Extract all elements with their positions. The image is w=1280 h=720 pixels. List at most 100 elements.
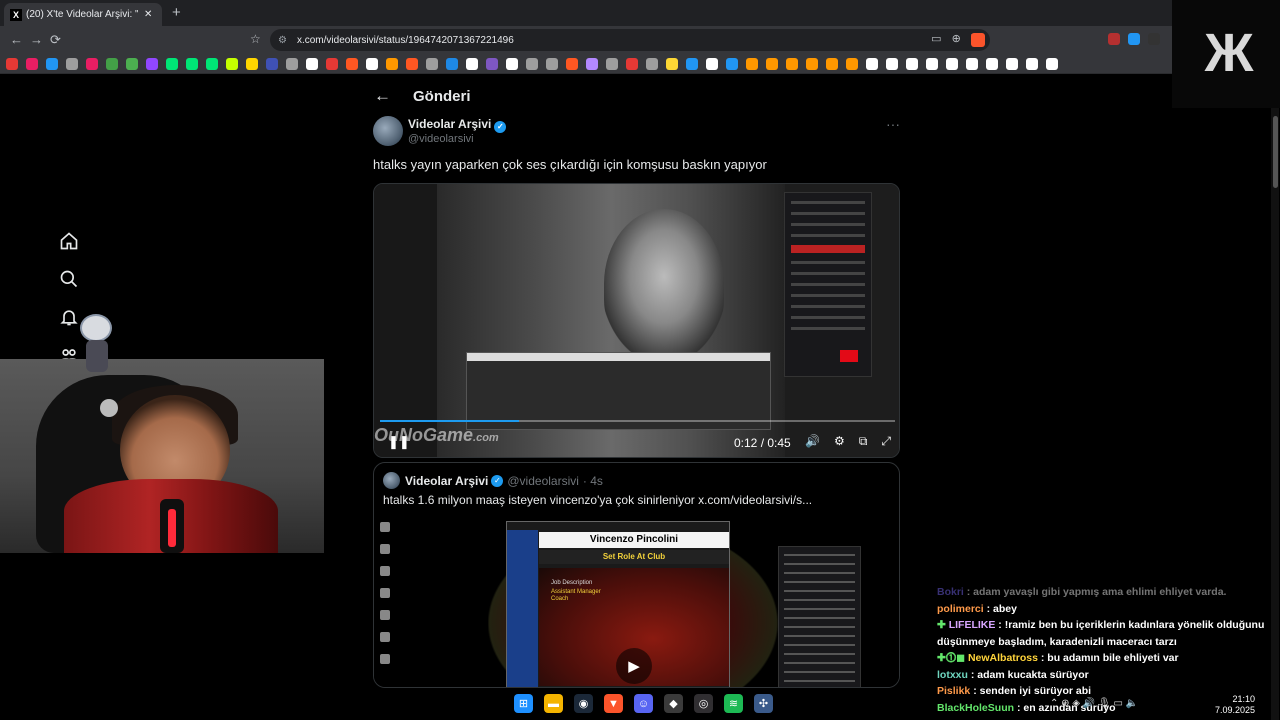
bookmark-favicon-icon[interactable]	[106, 57, 118, 70]
bookmark-favicon-icon[interactable]	[986, 57, 998, 70]
bookmark-favicon-icon[interactable]	[806, 57, 818, 70]
scrollbar-thumb[interactable]	[1273, 116, 1278, 188]
windows-start-icon[interactable]: ⊞	[514, 694, 533, 713]
quoted-video[interactable]: Vincenzo Pincolini Set Role At Club Job …	[374, 518, 899, 687]
bookmark-favicon-icon[interactable]	[726, 57, 738, 70]
bookmark-favicon-icon[interactable]	[886, 57, 898, 70]
address-bar[interactable]: ⚙ x.com/videolarsivi/status/196474207136…	[270, 29, 990, 51]
extension-icon[interactable]	[1108, 33, 1120, 45]
bookmark-favicon-icon[interactable]	[226, 57, 238, 70]
bookmark-favicon-icon[interactable]	[426, 57, 438, 70]
steam-icon[interactable]: ◉	[574, 694, 593, 713]
bookmark-favicon-icon[interactable]	[446, 57, 458, 70]
extension-icon[interactable]	[1148, 33, 1160, 45]
bookmark-favicon-icon[interactable]	[486, 57, 498, 70]
bookmark-favicon-icon[interactable]	[506, 57, 518, 70]
bookmark-favicon-icon[interactable]	[846, 57, 858, 70]
bookmark-favicon-icon[interactable]	[906, 57, 918, 70]
bookmark-favicon-icon[interactable]	[766, 57, 778, 70]
bookmark-favicon-icon[interactable]	[386, 57, 398, 70]
bookmark-favicon-icon[interactable]	[86, 57, 98, 70]
file-explorer-icon[interactable]: ▬	[544, 694, 563, 713]
search-icon[interactable]	[58, 268, 80, 290]
avatar[interactable]	[373, 116, 403, 146]
volume-icon[interactable]: 🔊	[805, 434, 820, 449]
reload-button[interactable]: ⟳	[50, 32, 61, 48]
bookmark-favicon-icon[interactable]	[526, 57, 538, 70]
pause-button[interactable]: ❚❚	[388, 434, 410, 450]
bookmark-favicon-icon[interactable]	[166, 57, 178, 70]
brave-shields-icon[interactable]	[971, 33, 985, 47]
play-button[interactable]: ▶	[616, 648, 652, 684]
video-player[interactable]: OuNoGame.com ❚❚ 0:12 / 0:45 🔊 ⚙ ⧉ ⤢	[373, 183, 900, 458]
fullscreen-icon[interactable]: ⤢	[881, 434, 891, 449]
bookmark-favicon-icon[interactable]	[566, 57, 578, 70]
bookmark-favicon-icon[interactable]	[186, 57, 198, 70]
new-tab-button[interactable]: +	[172, 4, 181, 21]
bookmark-star-icon[interactable]: ☆	[250, 32, 261, 46]
author-name[interactable]: Videolar Arşivi	[408, 117, 491, 131]
bookmark-favicon-icon[interactable]	[206, 57, 218, 70]
bookmark-favicon-icon[interactable]	[746, 57, 758, 70]
bookmark-favicon-icon[interactable]	[586, 57, 598, 70]
taskbar-clock[interactable]: 21:10 7.09.2025	[1215, 694, 1255, 716]
bookmark-favicon-icon[interactable]	[406, 57, 418, 70]
bookmark-favicon-icon[interactable]	[46, 57, 58, 70]
author-name-row[interactable]: Videolar Arşivi ✓	[408, 117, 507, 133]
bookmark-favicon-icon[interactable]	[926, 57, 938, 70]
chat-username: lotxxu	[937, 668, 968, 681]
bookmark-favicon-icon[interactable]	[146, 57, 158, 70]
bookmark-favicon-icon[interactable]	[346, 57, 358, 70]
back-arrow-icon[interactable]: ←	[374, 86, 391, 106]
home-icon[interactable]	[58, 230, 80, 252]
discord-icon[interactable]: ☺	[634, 694, 653, 713]
author-handle[interactable]: @videolarsivi	[408, 133, 474, 145]
bookmark-favicon-icon[interactable]	[26, 57, 38, 70]
settings-gear-icon[interactable]: ⚙	[834, 434, 845, 449]
screen-icon[interactable]: ▭	[931, 32, 941, 45]
bookmark-favicon-icon[interactable]	[246, 57, 258, 70]
bookmark-favicon-icon[interactable]	[626, 57, 638, 70]
bookmark-favicon-icon[interactable]	[646, 57, 658, 70]
extension-icon[interactable]	[1128, 33, 1140, 45]
more-options-button[interactable]: ···	[886, 116, 900, 132]
brave-icon[interactable]: ▼	[604, 694, 623, 713]
bookmark-favicon-icon[interactable]	[686, 57, 698, 70]
tab-close-button[interactable]: ✕	[144, 9, 152, 20]
browser-tab[interactable]: X (20) X'te Videolar Arşivi: "htal ✕	[4, 3, 162, 26]
obs-icon[interactable]: ◎	[694, 694, 713, 713]
site-info-icon[interactable]: ⚙	[278, 35, 287, 46]
video-progress-bar[interactable]	[380, 420, 895, 422]
bookmark-favicon-icon[interactable]	[306, 57, 318, 70]
bookmark-favicon-icon[interactable]	[666, 57, 678, 70]
bookmark-favicon-icon[interactable]	[966, 57, 978, 70]
spotify-icon[interactable]: ≋	[724, 694, 743, 713]
bookmark-favicon-icon[interactable]	[286, 57, 298, 70]
bookmark-favicon-icon[interactable]	[606, 57, 618, 70]
forward-button[interactable]: →	[30, 32, 43, 47]
app-icon[interactable]: ◆	[664, 694, 683, 713]
zoom-icon[interactable]: ⊕	[952, 32, 961, 45]
bookmark-favicon-icon[interactable]	[466, 57, 478, 70]
bookmark-favicon-icon[interactable]	[1026, 57, 1038, 70]
back-button[interactable]: ←	[10, 32, 23, 47]
bookmark-favicon-icon[interactable]	[366, 57, 378, 70]
bookmark-favicon-icon[interactable]	[6, 57, 18, 70]
bookmark-favicon-icon[interactable]	[546, 57, 558, 70]
bookmark-favicon-icon[interactable]	[826, 57, 838, 70]
bookmark-favicon-icon[interactable]	[946, 57, 958, 70]
bookmark-favicon-icon[interactable]	[1046, 57, 1058, 70]
bookmark-favicon-icon[interactable]	[706, 57, 718, 70]
bookmark-favicon-icon[interactable]	[1006, 57, 1018, 70]
bookmark-favicon-icon[interactable]	[266, 57, 278, 70]
launcher-icon[interactable]: ✣	[754, 694, 773, 713]
bookmark-favicon-icon[interactable]	[126, 57, 138, 70]
bookmark-favicon-icon[interactable]	[66, 57, 78, 70]
page-scrollbar[interactable]	[1271, 108, 1279, 720]
quoted-post[interactable]: Videolar Arşivi ✓ @videolarsivi · 4s hta…	[373, 462, 900, 688]
bookmark-favicon-icon[interactable]	[866, 57, 878, 70]
bookmark-favicon-icon[interactable]	[326, 57, 338, 70]
picture-in-picture-icon[interactable]: ⧉	[859, 434, 868, 449]
system-tray[interactable]: ⌃ ⊕ ◈ 🔊 🎙 ▭ 🔈	[1050, 698, 1138, 709]
bookmark-favicon-icon[interactable]	[786, 57, 798, 70]
